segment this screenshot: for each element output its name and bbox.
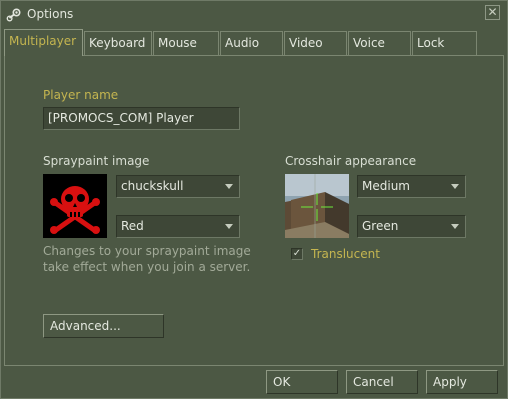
crosshair-label: Crosshair appearance <box>285 154 417 168</box>
chevron-down-icon <box>451 184 459 189</box>
steam-icon <box>6 8 21 22</box>
window-title: Options <box>27 7 74 21</box>
tab-label: Audio <box>225 36 260 50</box>
apply-button[interactable]: Apply <box>426 370 498 394</box>
crosshair-color-select[interactable]: Green <box>357 215 466 238</box>
chevron-down-icon <box>451 224 459 229</box>
tab-mouse[interactable]: Mouse <box>153 31 219 55</box>
title-bar[interactable]: Options ✕ <box>1 1 507 27</box>
chevron-down-icon <box>225 184 233 189</box>
options-window: Options ✕ Multiplayer Keyboard Mouse Aud… <box>0 0 508 399</box>
tab-lock[interactable]: Lock <box>412 31 477 55</box>
select-value: Red <box>121 219 144 233</box>
checkmark-icon: ✓ <box>292 248 302 259</box>
spray-note: Changes to your spraypaint image take ef… <box>43 244 251 274</box>
close-button[interactable]: ✕ <box>485 5 500 20</box>
close-icon: ✕ <box>487 5 498 19</box>
spray-color-select[interactable]: Red <box>116 215 240 238</box>
translucent-checkbox[interactable]: ✓ <box>291 248 303 260</box>
crosshair-preview <box>285 174 349 238</box>
player-name-input[interactable]: [PROMOCS_COM] Player <box>43 107 240 130</box>
select-value: Medium <box>362 179 410 193</box>
select-value: Green <box>362 219 399 233</box>
tab-video[interactable]: Video <box>284 31 347 55</box>
tab-label: Keyboard <box>89 36 146 50</box>
spraypaint-preview <box>43 174 107 238</box>
tab-label: Lock <box>417 36 445 50</box>
crosshair-size-select[interactable]: Medium <box>357 175 466 198</box>
translucent-label[interactable]: Translucent <box>311 247 380 261</box>
tab-voice[interactable]: Voice <box>348 31 411 55</box>
tab-label: Voice <box>353 36 385 50</box>
spray-image-select[interactable]: chuckskull <box>116 175 240 198</box>
tab-label: Video <box>289 36 323 50</box>
skull-crossbones-icon <box>43 174 107 238</box>
ok-button[interactable]: OK <box>266 370 338 394</box>
cancel-button[interactable]: Cancel <box>346 370 418 394</box>
tab-keyboard[interactable]: Keyboard <box>84 31 152 55</box>
tab-audio[interactable]: Audio <box>220 31 283 55</box>
tab-multiplayer[interactable]: Multiplayer <box>4 29 83 56</box>
chevron-down-icon <box>225 224 233 229</box>
tab-label: Multiplayer <box>9 34 77 48</box>
spraypaint-label: Spraypaint image <box>43 154 150 168</box>
tab-label: Mouse <box>158 36 197 50</box>
select-value: chuckskull <box>121 179 184 193</box>
player-name-label: Player name <box>43 88 119 102</box>
crosshair-preview-scene <box>285 174 349 238</box>
advanced-button[interactable]: Advanced... <box>43 314 164 338</box>
